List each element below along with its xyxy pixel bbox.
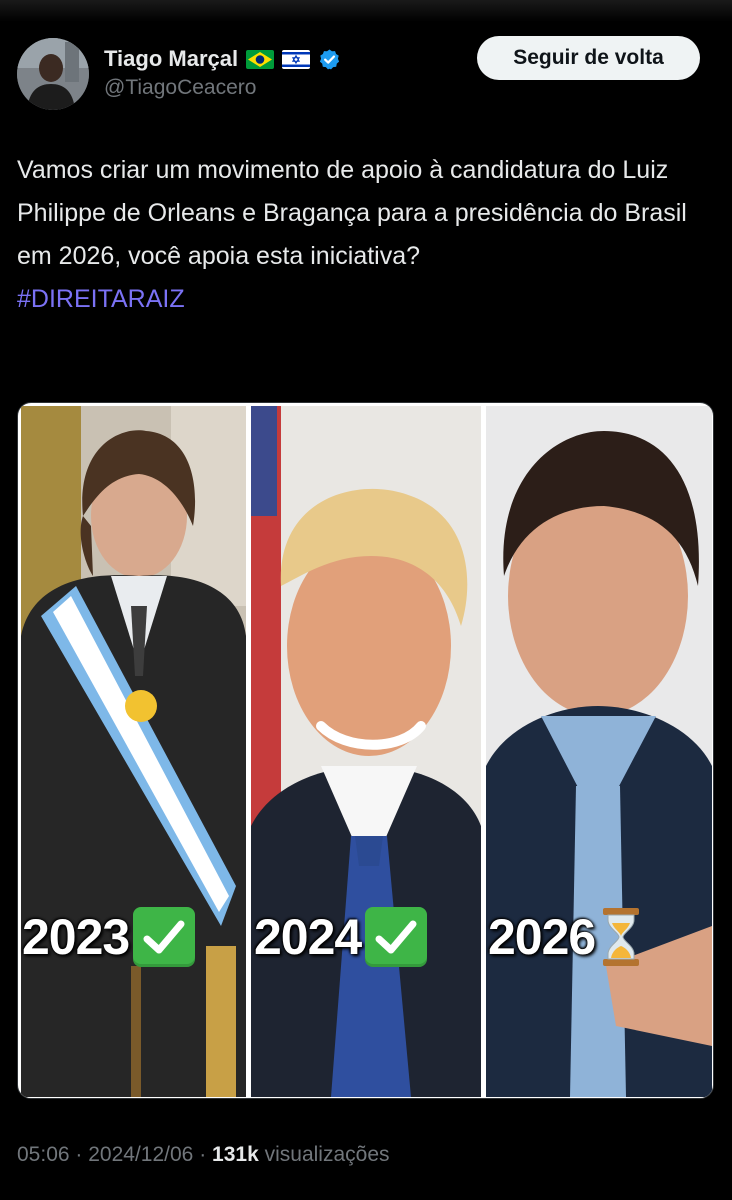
avatar[interactable] <box>17 38 89 110</box>
author-name-row: Tiago Marçal <box>104 44 341 74</box>
check-mark-icon <box>133 907 196 967</box>
media-panel-1 <box>21 406 246 1097</box>
hourglass-icon <box>599 906 643 968</box>
check-mark-icon <box>365 907 428 967</box>
views-label: visualizações <box>264 1143 390 1166</box>
media-panel-3 <box>486 406 712 1097</box>
tweet-time[interactable]: 05:06 <box>17 1143 70 1166</box>
meta-separator: · <box>75 1143 83 1166</box>
top-edge <box>0 0 732 22</box>
hashtag-link[interactable]: #DIREITARAIZ <box>17 278 717 321</box>
tweet-meta: 05:06 · 2024/12/06 · 131k visualizações <box>17 1143 390 1167</box>
year-2026-text: 2026 <box>488 909 596 965</box>
israel-flag-icon <box>282 49 311 69</box>
tweet-body: Vamos criar um movimento de apoio à cand… <box>17 156 687 270</box>
author-display-name[interactable]: Tiago Marçal <box>104 46 238 72</box>
media-panel-2 <box>251 406 481 1097</box>
tweet-text: Vamos criar um movimento de apoio à cand… <box>17 149 717 321</box>
year-label-2024: 2024 <box>254 905 428 969</box>
year-label-2023: 2023 <box>22 905 196 969</box>
year-label-2026: 2026 <box>488 905 643 969</box>
brazil-flag-icon <box>246 49 275 69</box>
year-2023-text: 2023 <box>22 909 130 965</box>
verified-badge-icon[interactable] <box>318 48 341 71</box>
tweet-media-image[interactable] <box>17 402 714 1099</box>
meta-separator: · <box>199 1143 207 1166</box>
author-handle[interactable]: @TiagoCeacero <box>104 76 256 100</box>
year-2024-text: 2024 <box>254 909 362 965</box>
follow-back-button[interactable]: Seguir de volta <box>477 36 700 80</box>
tweet-page: Tiago Marçal @TiagoCeacero Seguir de vol… <box>0 0 732 1200</box>
views-count[interactable]: 131k <box>212 1143 259 1166</box>
tweet-date[interactable]: 2024/12/06 <box>88 1143 193 1166</box>
